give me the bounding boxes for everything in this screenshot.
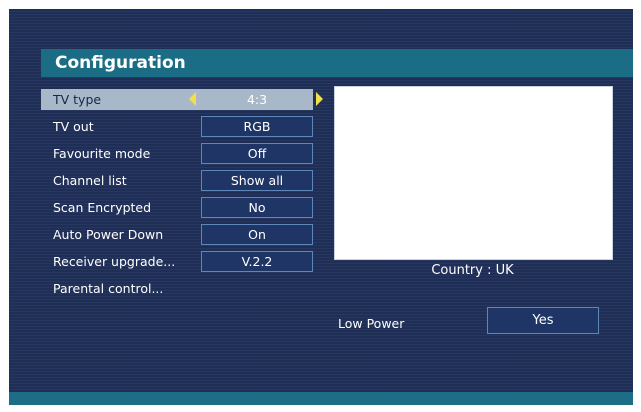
setting-label: TV type [53,92,102,107]
setting-row-parental-control[interactable]: Parental control... [41,278,331,299]
setting-row-auto-power-down[interactable]: Auto Power Down On [41,224,331,245]
setting-row-receiver-upgrade[interactable]: Receiver upgrade... V.2.2 [41,251,331,272]
setting-value[interactable]: Show all [201,170,313,191]
setting-label: TV out [53,119,94,134]
setting-label: Auto Power Down [53,227,164,242]
bottom-bar [9,392,633,405]
setting-row-tv-type[interactable]: TV type 4:3 [41,89,331,110]
setting-row-scan-encrypted[interactable]: Scan Encrypted No [41,197,331,218]
title-bar: Configuration [41,49,633,77]
setting-label: Parental control... [53,281,164,296]
tv-screen: Configuration TV type 4:3 TV out RGB Fav… [9,9,633,405]
setting-value[interactable]: V.2.2 [201,251,313,272]
arrow-left-icon[interactable] [189,92,196,106]
setting-label: Favourite mode [53,146,151,161]
setting-label: Channel list [53,173,127,188]
low-power-value[interactable]: Yes [487,307,599,334]
arrow-right-icon[interactable] [316,92,323,106]
setting-label: Receiver upgrade... [53,254,176,269]
setting-row-channel-list[interactable]: Channel list Show all [41,170,331,191]
country-label: Country : UK [431,263,514,278]
setting-label: Scan Encrypted [53,200,152,215]
setting-value[interactable]: On [201,224,313,245]
setting-row-favourite-mode[interactable]: Favourite mode Off [41,143,331,164]
setting-row-tv-out[interactable]: TV out RGB [41,116,331,137]
page-title: Configuration [55,53,186,73]
video-preview [334,86,613,260]
low-power-label: Low Power [338,316,405,331]
setting-value[interactable]: RGB [201,116,313,137]
setting-value[interactable]: 4:3 [201,89,313,110]
setting-value[interactable]: No [201,197,313,218]
setting-value[interactable]: Off [201,143,313,164]
